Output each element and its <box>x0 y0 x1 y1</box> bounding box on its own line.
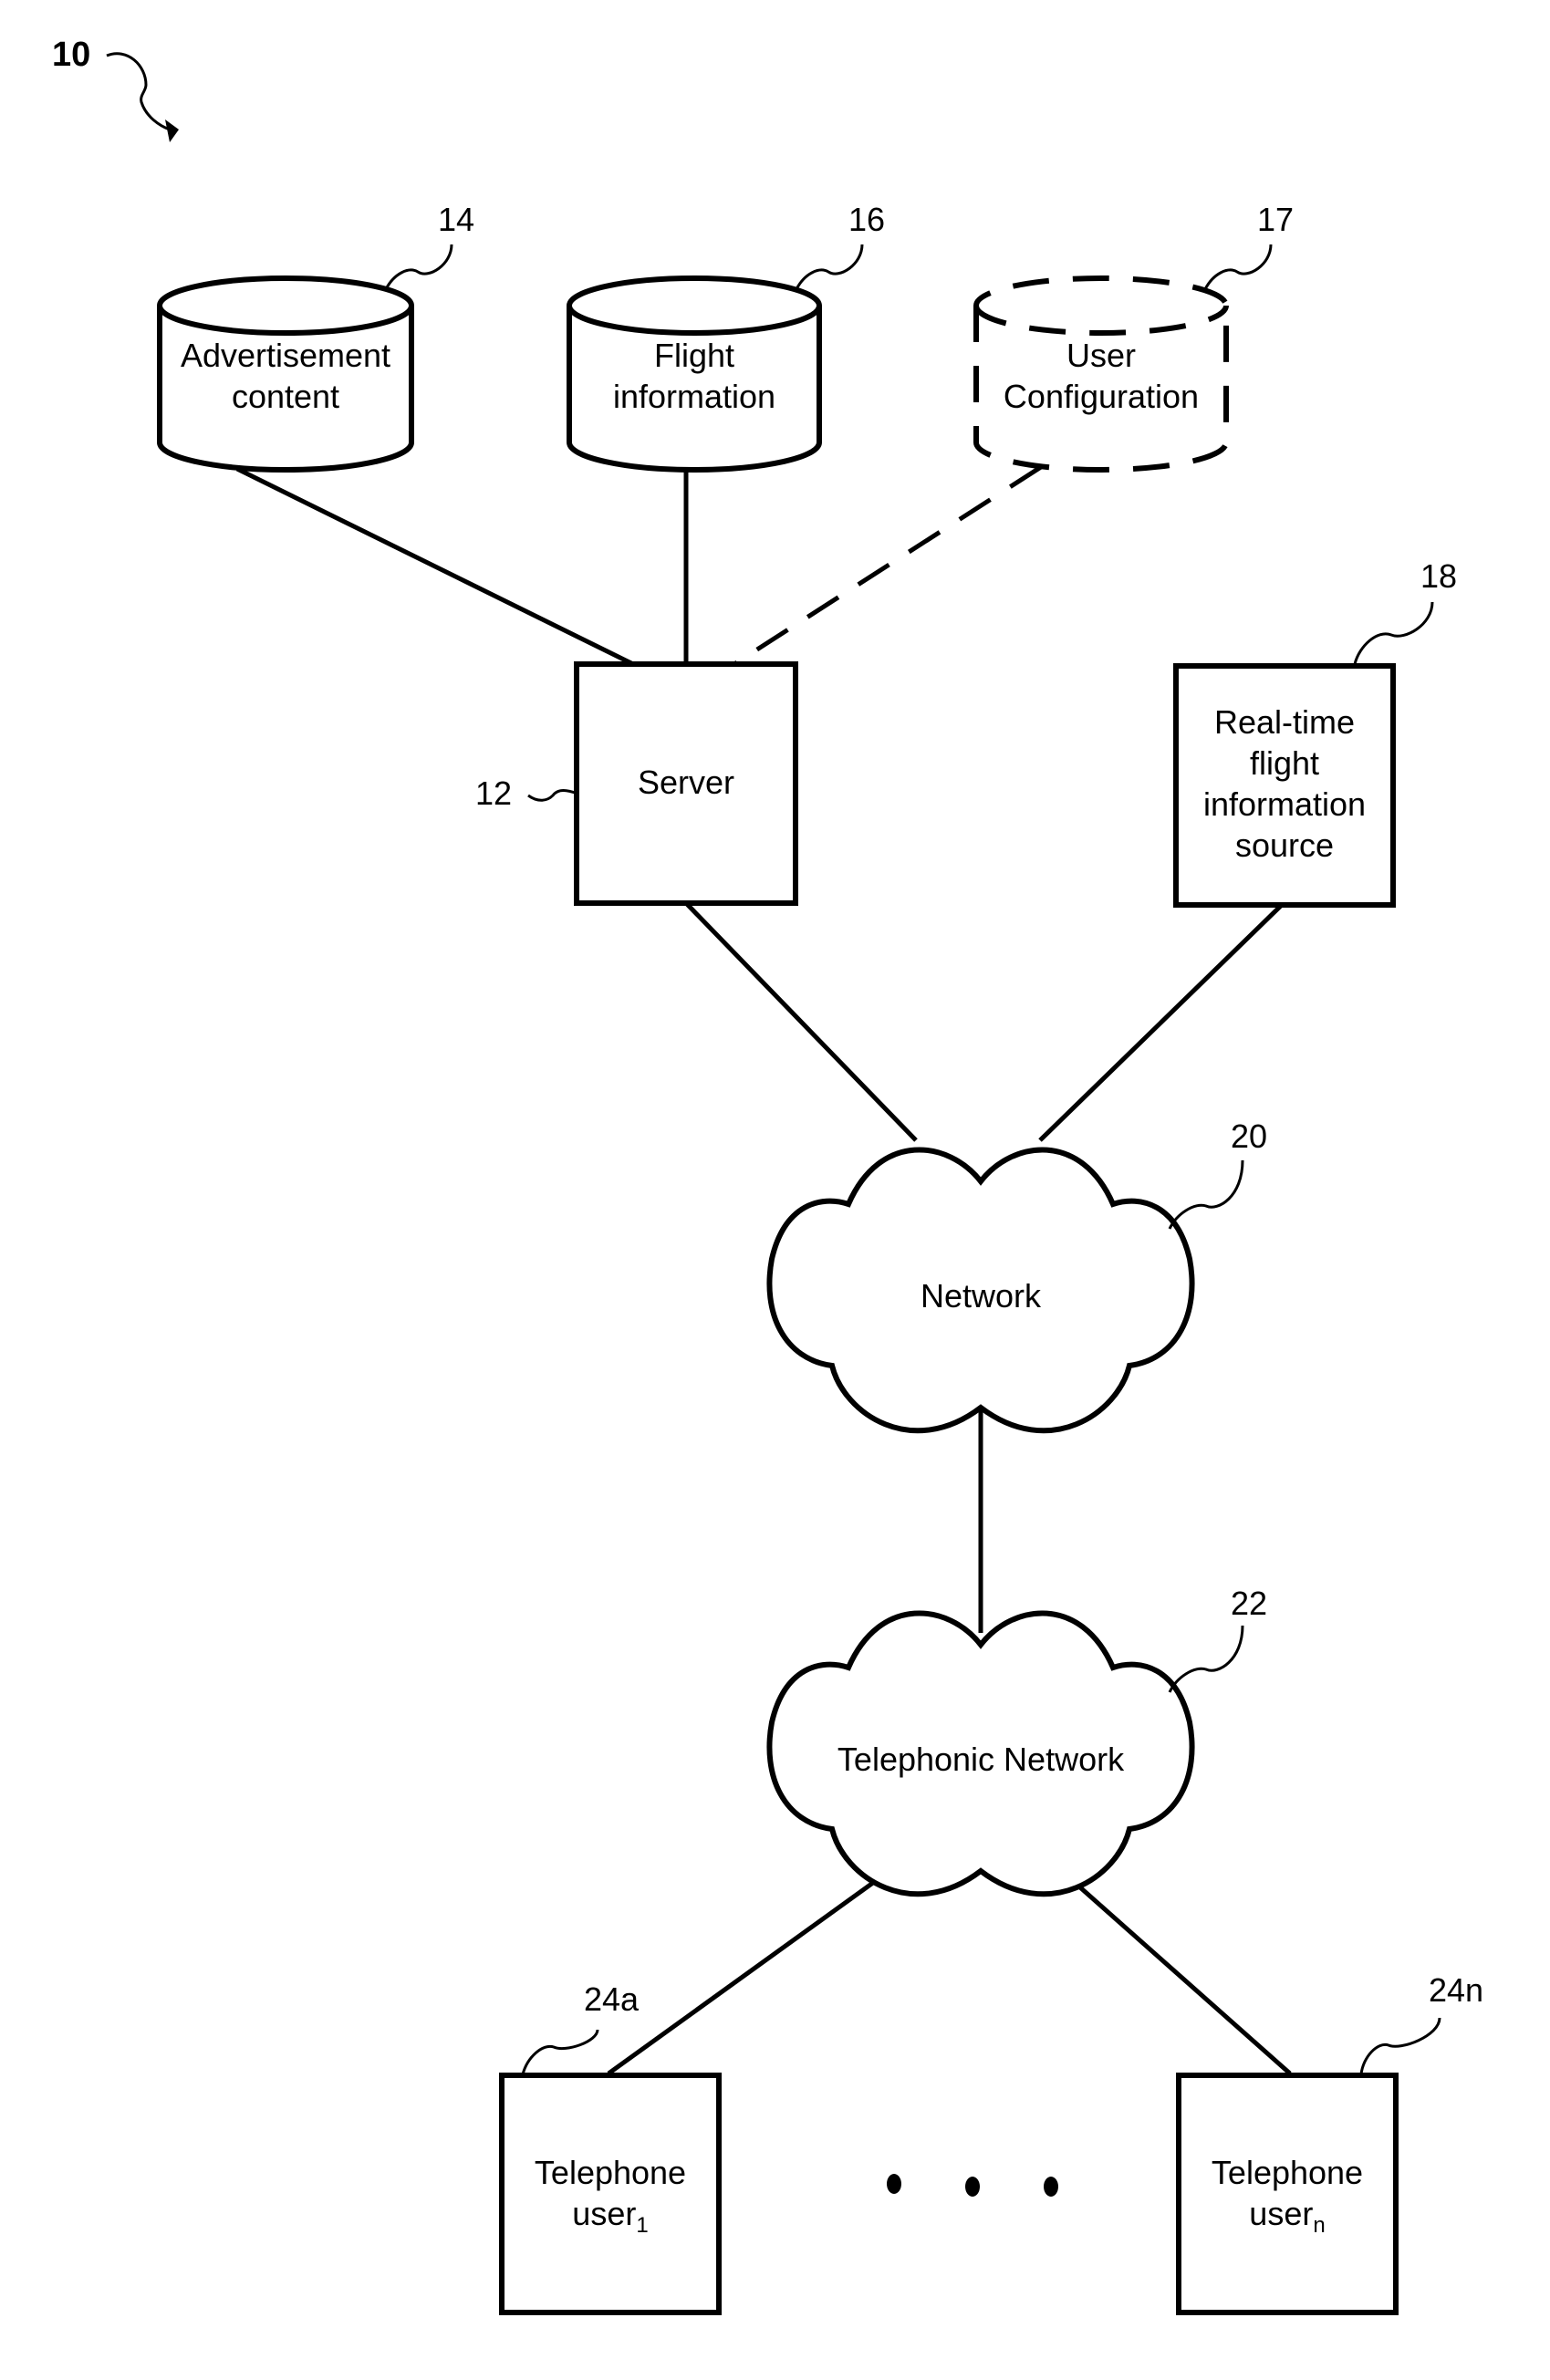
ref-number: 20 <box>1231 1117 1267 1155</box>
database-flight-information[interactable]: Flight information <box>567 275 822 473</box>
telephone-user-n-box[interactable]: Telephone usern <box>1176 2073 1399 2315</box>
ellipsis <box>887 2174 1058 2197</box>
database-label-line1: Advertisement <box>181 337 390 374</box>
database-icon <box>567 275 822 473</box>
user-subscript: n <box>1313 2213 1325 2238</box>
ref-16: 16 <box>795 201 885 290</box>
leader-line <box>1168 1159 1244 1230</box>
figure-ref-10: 10 <box>52 36 179 142</box>
realtime-source-box[interactable]: Real-time flight information source <box>1173 663 1396 908</box>
database-icon <box>973 275 1229 473</box>
database-label-line2: Configuration <box>1004 378 1199 415</box>
database-label-line1: User <box>1066 337 1136 374</box>
database-label-line2: information <box>613 378 775 415</box>
edge-advertisement-server <box>235 466 635 667</box>
edge-server-network <box>684 901 918 1142</box>
database-label-line2: content <box>232 378 339 415</box>
ref-number: 16 <box>848 201 885 238</box>
edge-realtime-network <box>1038 901 1285 1142</box>
ref-number: 14 <box>438 201 474 238</box>
network-cloud[interactable]: Network <box>766 1147 1195 1434</box>
leader-line <box>1203 244 1273 290</box>
leader-line <box>795 244 864 290</box>
leader-line <box>527 789 578 802</box>
telephonic-network-label: Telephonic Network <box>837 1741 1125 1778</box>
leader-line <box>1359 2017 1441 2075</box>
telephone-user-1-box[interactable]: Telephone user1 <box>499 2073 722 2315</box>
system-diagram: 10 Advertisement content 14 Flight infor… <box>52 36 1483 2315</box>
network-label: Network <box>921 1277 1042 1315</box>
database-advertisement-content[interactable]: Advertisement content <box>157 275 414 473</box>
ellipsis-dot <box>965 2177 980 2197</box>
ref-20: 20 <box>1168 1117 1267 1230</box>
ref-24a: 24a <box>521 1980 640 2075</box>
telephonic-network-cloud[interactable]: Telephonic Network <box>766 1610 1195 1897</box>
user-base: user <box>1249 2195 1313 2232</box>
ref-number: 24n <box>1429 1971 1483 2009</box>
edge-telephonic-user1 <box>607 1849 918 2076</box>
leader-line <box>384 244 453 290</box>
realtime-label-line2: flight <box>1250 744 1319 782</box>
ref-18: 18 <box>1353 557 1457 665</box>
figure-arrow-icon <box>106 52 171 131</box>
ref-number: 17 <box>1257 201 1294 238</box>
ellipsis-dot <box>887 2174 901 2194</box>
ref-14: 14 <box>384 201 474 290</box>
edge-userconfig-server <box>733 464 1043 667</box>
arrowhead-icon <box>165 120 179 142</box>
server-box[interactable]: Server <box>574 661 798 906</box>
database-user-configuration[interactable]: User Configuration <box>973 275 1229 473</box>
realtime-label-line3: information <box>1203 785 1366 823</box>
telephone-user-n-rect <box>1176 2073 1399 2315</box>
user-subscript: 1 <box>636 2213 648 2238</box>
ellipsis-dot <box>1044 2177 1058 2197</box>
leader-line <box>1353 601 1434 665</box>
realtime-label-line1: Real-time <box>1214 703 1355 741</box>
database-label-line1: Flight <box>654 337 734 374</box>
ref-17: 17 <box>1203 201 1294 290</box>
ref-22: 22 <box>1168 1585 1267 1693</box>
telephone-user-1-rect <box>499 2073 722 2315</box>
realtime-label-line4: source <box>1235 826 1334 864</box>
ref-12: 12 <box>475 774 578 812</box>
telephone-user-n-line1: Telephone <box>1212 2154 1363 2191</box>
figure-number: 10 <box>52 36 90 74</box>
leader-line <box>1168 1625 1244 1693</box>
ref-number: 18 <box>1420 557 1457 595</box>
database-icon <box>157 275 414 473</box>
leader-line <box>521 2029 599 2075</box>
telephone-user-1-line1: Telephone <box>535 2154 686 2191</box>
ref-number: 24a <box>584 1980 640 2018</box>
server-label: Server <box>638 764 734 801</box>
ref-number: 22 <box>1231 1585 1267 1622</box>
ref-number: 12 <box>475 774 512 812</box>
ref-24n: 24n <box>1359 1971 1483 2075</box>
user-base: user <box>572 2195 636 2232</box>
